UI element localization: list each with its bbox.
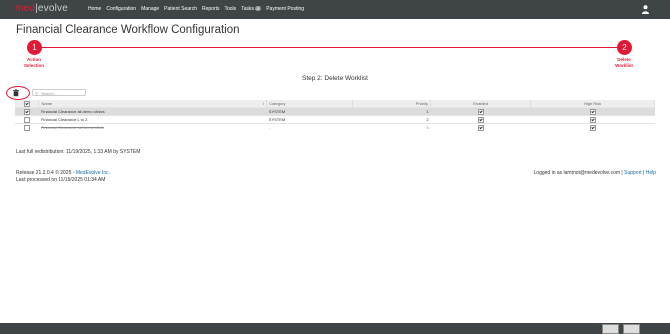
medevolve-logo[interactable]: med|evolve (15, 3, 68, 14)
feedback-icon[interactable] (623, 324, 640, 334)
row-name: Financial Clearance all demo clinics (38, 107, 267, 116)
column-header-name[interactable]: Name ↕ (38, 100, 268, 108)
row-checkbox[interactable] (23, 108, 30, 115)
high-risk-checkbox (589, 116, 596, 123)
logged-in-info: Logged in as lammot@medevolve.com | Supp… (534, 170, 656, 176)
logged-in-text: Logged in as lammot@medevolve.com | (533, 170, 625, 176)
row-high-risk-cell (530, 123, 655, 131)
row-checkbox[interactable] (23, 116, 30, 123)
step-2-label-line2: Worklist (615, 63, 633, 68)
row-enabled-cell (430, 123, 531, 131)
nav-patient-search[interactable]: Patient Search (164, 6, 197, 12)
nav-configuration[interactable]: Configuration (106, 6, 136, 12)
last-redistribution-text: Last full redistribution: 11/19/2025, 1:… (16, 149, 141, 155)
tasks-count-badge: 0 (254, 6, 262, 11)
step-1-label-line2: Selection (23, 63, 44, 68)
row-high-risk-cell (530, 115, 655, 124)
column-header-category[interactable]: Category (266, 100, 354, 108)
table-row[interactable]: Financial Clearance old demo clinic - 3 (15, 123, 655, 131)
enabled-checkbox (477, 124, 484, 131)
step-2-label: Delete Worklist (604, 57, 644, 69)
table-row[interactable]: Financial Clearance L to Z SYSTEM 2 (15, 115, 655, 124)
main-nav: Home Configuration Manage Patient Search… (88, 6, 304, 12)
worklist-table: Name ↕ Category Priority Enabled High Ris… (15, 100, 655, 131)
column-header-name-label: Name (41, 101, 53, 106)
search-input[interactable]: ⚲ Search... (32, 89, 86, 96)
logo-text-evolve: evolve (37, 3, 68, 14)
nav-reports[interactable]: Reports (202, 6, 220, 12)
step-1-label: Action Selection (14, 57, 54, 69)
row-name: Financial Clearance old demo clinic (38, 123, 267, 131)
table-row[interactable]: Financial Clearance all demo clinics SYS… (15, 107, 655, 116)
search-icon: ⚲ (35, 90, 38, 96)
top-navbar: med|evolve Home Configuration Manage Pat… (0, 0, 670, 19)
select-all-checkbox[interactable] (23, 100, 30, 107)
nav-tools[interactable]: Tools (225, 6, 237, 12)
last-processed-text: Last processed on 11/19/2025 01:34 AM (16, 177, 106, 183)
search-placeholder: Search... (41, 91, 58, 96)
support-link[interactable]: Support (624, 170, 642, 176)
row-select-cell[interactable] (15, 115, 39, 124)
row-category: SYSTEM (266, 115, 353, 124)
release-info: Release 21.2.0.4 © 2025 - MedEvolve Inc. (16, 170, 110, 176)
column-header-priority[interactable]: Priority (352, 100, 432, 108)
row-select-cell[interactable] (15, 123, 39, 131)
row-category: - (266, 123, 353, 131)
table-header-row: Name ↕ Category Priority Enabled High Ris… (15, 100, 655, 108)
nav-payment-posting[interactable]: Payment Posting (266, 6, 304, 12)
chat-icon[interactable] (602, 324, 619, 334)
page-title: Financial Clearance Workflow Configurati… (16, 24, 240, 36)
row-high-risk-cell (530, 107, 655, 116)
row-checkbox[interactable] (23, 124, 30, 131)
high-risk-checkbox (589, 108, 596, 115)
logo-text-med: med (15, 3, 36, 14)
release-text: Release 21.2.0.4 © 2025 - (16, 170, 76, 176)
row-enabled-cell (430, 115, 531, 124)
row-priority: 1 (352, 107, 431, 116)
step-2-circle[interactable]: 2 (617, 40, 632, 55)
nav-home[interactable]: Home (88, 6, 101, 12)
row-select-cell[interactable] (15, 107, 39, 116)
select-all-header[interactable] (15, 100, 40, 108)
step-1-circle[interactable]: 1 (27, 40, 42, 55)
step-heading: Step 2: Delete Worklist (302, 75, 368, 82)
nav-tasks-label: Tasks (241, 6, 254, 12)
sort-icon[interactable]: ↕ (262, 101, 264, 106)
nav-manage[interactable]: Manage (141, 6, 159, 12)
column-header-enabled[interactable]: Enabled (430, 100, 532, 108)
help-link[interactable]: Help (646, 170, 656, 176)
row-enabled-cell (430, 107, 531, 116)
nav-tasks[interactable]: Tasks 0 (241, 6, 262, 12)
user-icon[interactable] (642, 5, 649, 14)
row-priority: 3 (352, 123, 431, 131)
row-name: Financial Clearance L to Z (38, 115, 267, 124)
row-priority: 2 (352, 115, 431, 124)
wizard-progress-line (34, 47, 624, 48)
row-category: SYSTEM (266, 107, 353, 116)
high-risk-checkbox (589, 124, 596, 131)
company-link[interactable]: MedEvolve Inc. (76, 170, 110, 176)
column-header-high-risk[interactable]: High Risk (530, 100, 655, 108)
delete-trash-icon[interactable] (12, 89, 20, 97)
bottom-bar (0, 323, 670, 334)
enabled-checkbox (477, 108, 484, 115)
enabled-checkbox (477, 116, 484, 123)
